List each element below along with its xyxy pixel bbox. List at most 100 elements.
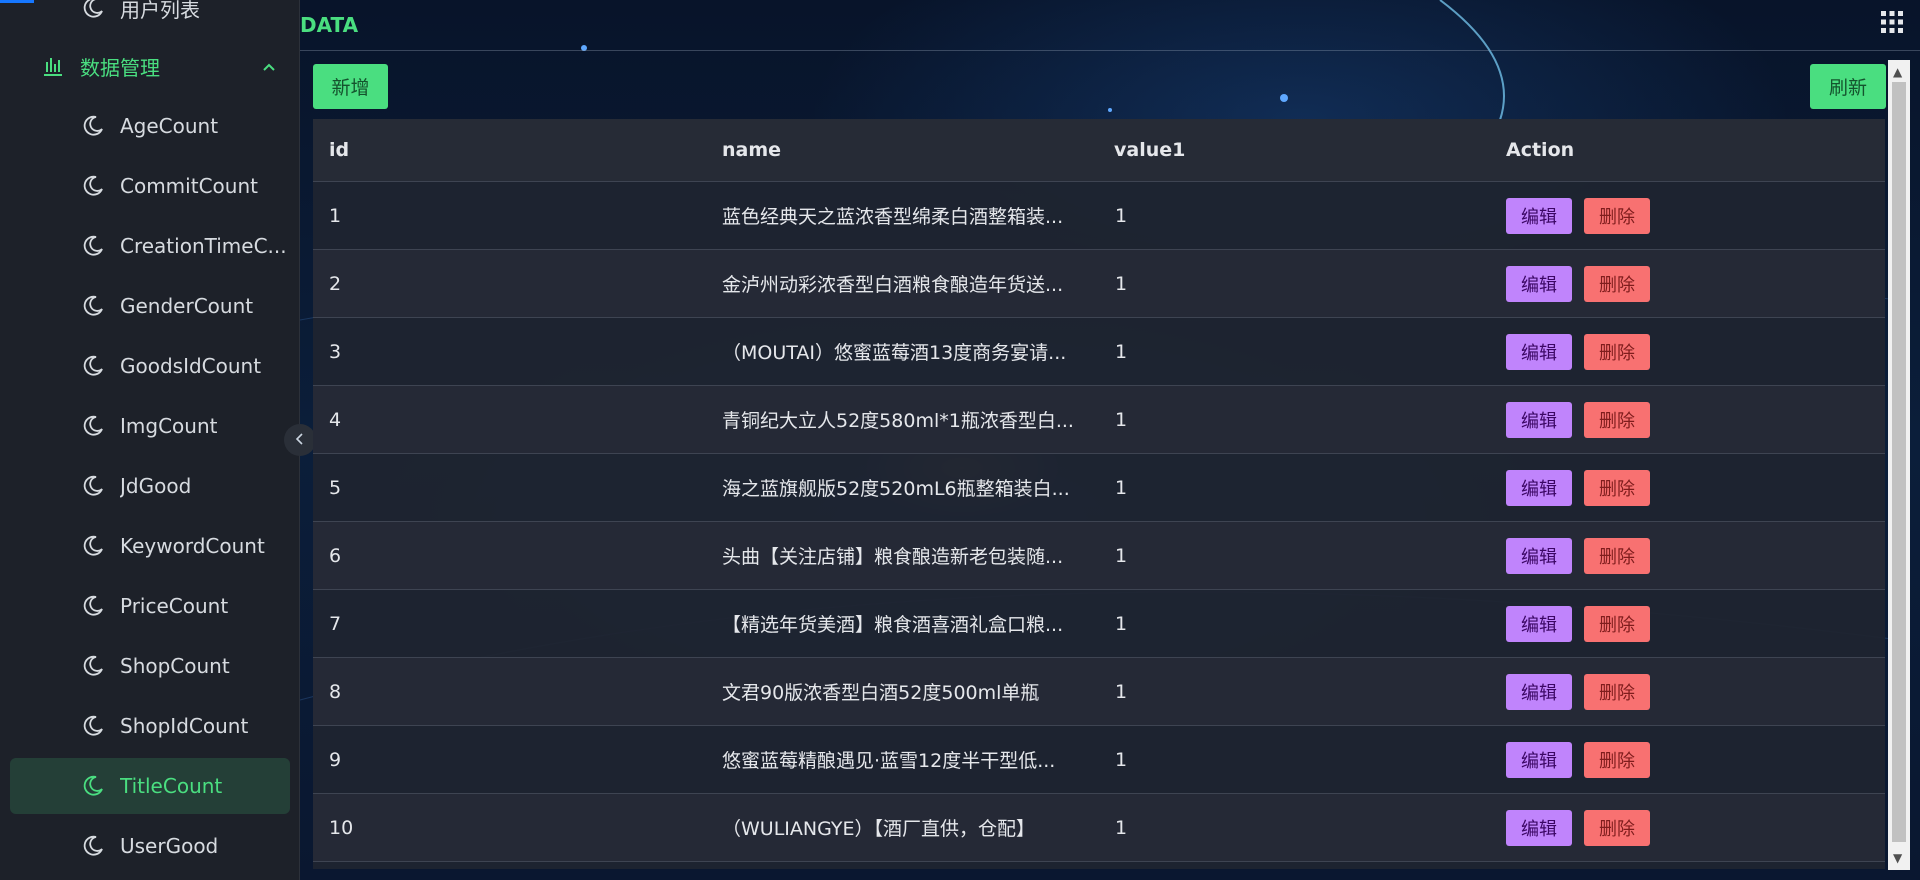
sidebar-item-imgcount[interactable]: ImgCount	[0, 398, 299, 454]
cell-name-text: 头曲【关注店铺】粮食酿造新老包装随...	[722, 546, 1064, 568]
moon-icon	[80, 533, 106, 559]
cell-name-text: 海之蓝旗舰版52度520mL6瓶整箱装白...	[722, 478, 1070, 500]
delete-button[interactable]: 删除	[1584, 265, 1650, 302]
sidebar-item-commitcount[interactable]: CommitCount	[0, 158, 299, 214]
moon-icon	[80, 0, 106, 21]
column-header-id: id	[329, 139, 350, 161]
delete-button[interactable]: 删除	[1584, 197, 1650, 234]
page-title: DATA	[300, 13, 359, 37]
sidebar-item-label: UserGood	[120, 834, 219, 858]
cell-id: 6	[329, 544, 342, 567]
cell-action: 编辑 删除	[1506, 522, 1650, 589]
sidebar-collapse-button[interactable]	[284, 424, 316, 456]
delete-button[interactable]: 删除	[1584, 673, 1650, 710]
sidebar-item-label: ShopIdCount	[120, 714, 249, 738]
moon-icon	[80, 593, 106, 619]
sidebar-item-user-list[interactable]: 用户列表	[0, 0, 299, 36]
cell-name-text: 文君90版浓香型白酒52度500ml单瓶	[722, 682, 1040, 704]
edit-button[interactable]: 编辑	[1506, 809, 1572, 846]
cell-name: 蓝色经典天之蓝浓香型绵柔白酒整箱装...	[722, 182, 1112, 249]
cell-action: 编辑 删除	[1506, 658, 1650, 725]
chevron-left-icon	[293, 431, 307, 450]
sidebar-item-label: CommitCount	[120, 174, 258, 198]
sidebar-item-creationtimecount[interactable]: CreationTimeC...	[0, 218, 299, 274]
data-table: id name value1 Action 1 蓝色经典天之蓝浓香型绵柔白酒整箱…	[313, 119, 1885, 869]
cell-value1: 1	[1115, 204, 1128, 227]
table-row: 4 青铜纪大立人52度580ml*1瓶浓香型白... 1 编辑 删除	[313, 386, 1885, 454]
cell-id: 8	[329, 680, 342, 703]
sidebar-item-label: ShopCount	[120, 654, 230, 678]
column-header-name: name	[722, 139, 782, 161]
sidebar-item-goodsidcount[interactable]: GoodsIdCount	[0, 338, 299, 394]
moon-icon	[80, 233, 106, 259]
add-button[interactable]: 新增	[313, 64, 388, 109]
delete-button[interactable]: 删除	[1584, 741, 1650, 778]
sidebar-item-gendercount[interactable]: GenderCount	[0, 278, 299, 334]
table-row: 1 蓝色经典天之蓝浓香型绵柔白酒整箱装... 1 编辑 删除	[313, 182, 1885, 250]
cell-id: 4	[329, 408, 342, 431]
table-row: 3 （MOUTAI）悠蜜蓝莓酒13度商务宴请... 1 编辑 删除	[313, 318, 1885, 386]
sidebar: 用户列表 数据管理 AgeCount CommitCount CreationT…	[0, 0, 300, 880]
scroll-up-arrow-icon[interactable]: ▲	[1893, 66, 1902, 78]
edit-button[interactable]: 编辑	[1506, 333, 1572, 370]
sidebar-item-label: PriceCount	[120, 594, 229, 618]
delete-button[interactable]: 删除	[1584, 469, 1650, 506]
moon-icon	[80, 293, 106, 319]
apps-grid-icon[interactable]	[1880, 10, 1904, 34]
sidebar-item-keywordcount[interactable]: KeywordCount	[0, 518, 299, 574]
sidebar-item-label: AgeCount	[120, 114, 219, 138]
sidebar-item-shopidcount[interactable]: ShopIdCount	[0, 698, 299, 754]
sidebar-group-data-management[interactable]: 数据管理	[0, 38, 299, 94]
cell-value1: 1	[1115, 408, 1128, 431]
delete-button[interactable]: 删除	[1584, 333, 1650, 370]
cell-name: （WULIANGYE）【酒厂直供，仓配】	[722, 794, 1112, 861]
sidebar-item-label: TitleCount	[120, 774, 223, 798]
cell-id: 3	[329, 340, 342, 363]
cell-name-text: （WULIANGYE）【酒厂直供，仓配】	[722, 818, 1035, 840]
edit-button[interactable]: 编辑	[1506, 265, 1572, 302]
cell-name: 文君90版浓香型白酒52度500ml单瓶	[722, 658, 1112, 725]
delete-button[interactable]: 删除	[1584, 605, 1650, 642]
delete-button[interactable]: 删除	[1584, 401, 1650, 438]
scroll-down-arrow-icon[interactable]: ▼	[1893, 852, 1902, 864]
cell-name-text: （MOUTAI）悠蜜蓝莓酒13度商务宴请...	[722, 342, 1067, 364]
table-row: 9 悠蜜蓝莓精酿遇见·蓝雪12度半干型低... 1 编辑 删除	[313, 726, 1885, 794]
sidebar-item-shopcount[interactable]: ShopCount	[0, 638, 299, 694]
cell-action: 编辑 删除	[1506, 386, 1650, 453]
sidebar-item-label: 用户列表	[120, 0, 200, 22]
vertical-scrollbar[interactable]: ▲ ▼	[1888, 60, 1910, 870]
sidebar-item-agecount[interactable]: AgeCount	[0, 98, 299, 154]
delete-button[interactable]: 删除	[1584, 809, 1650, 846]
cell-name-text: 金泸州动彩浓香型白酒粮食酿造年货送...	[722, 274, 1064, 296]
column-header-value1: value1	[1114, 139, 1186, 161]
edit-button[interactable]: 编辑	[1506, 741, 1572, 778]
edit-button[interactable]: 编辑	[1506, 673, 1572, 710]
sidebar-item-pricecount[interactable]: PriceCount	[0, 578, 299, 634]
moon-icon	[80, 833, 106, 859]
cell-value1: 1	[1115, 612, 1128, 635]
edit-button[interactable]: 编辑	[1506, 197, 1572, 234]
header-bar: DATA	[300, 0, 1920, 51]
sidebar-item-label: ImgCount	[120, 414, 218, 438]
scrollbar-thumb[interactable]	[1892, 82, 1906, 842]
sidebar-item-titlecount[interactable]: TitleCount	[10, 758, 290, 814]
sidebar-item-label: JdGood	[120, 474, 192, 498]
edit-button[interactable]: 编辑	[1506, 401, 1572, 438]
cell-name: 青铜纪大立人52度580ml*1瓶浓香型白...	[722, 386, 1112, 453]
cell-action: 编辑 删除	[1506, 590, 1650, 657]
sidebar-item-jdgood[interactable]: JdGood	[0, 458, 299, 514]
cell-value1: 1	[1115, 340, 1128, 363]
refresh-button[interactable]: 刷新	[1810, 64, 1886, 109]
edit-button[interactable]: 编辑	[1506, 537, 1572, 574]
cell-value1: 1	[1115, 544, 1128, 567]
sidebar-item-label: CreationTimeC...	[120, 234, 287, 258]
edit-button[interactable]: 编辑	[1506, 605, 1572, 642]
edit-button[interactable]: 编辑	[1506, 469, 1572, 506]
table-row: 6 头曲【关注店铺】粮食酿造新老包装随... 1 编辑 删除	[313, 522, 1885, 590]
table-row: 5 海之蓝旗舰版52度520mL6瓶整箱装白... 1 编辑 删除	[313, 454, 1885, 522]
cell-name-text: 【精选年货美酒】粮食酒喜酒礼盒口粮...	[722, 614, 1064, 636]
cell-id: 1	[329, 204, 342, 227]
cell-value1: 1	[1115, 680, 1128, 703]
delete-button[interactable]: 删除	[1584, 537, 1650, 574]
sidebar-item-usergood[interactable]: UserGood	[0, 818, 299, 874]
